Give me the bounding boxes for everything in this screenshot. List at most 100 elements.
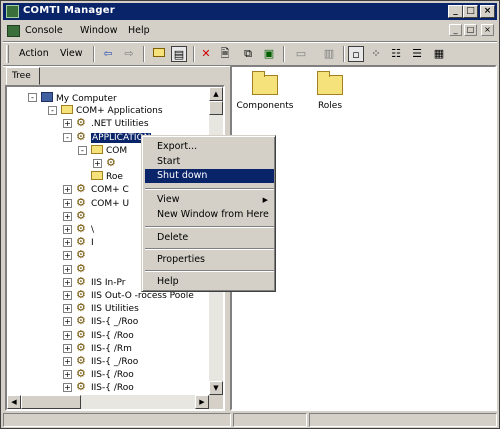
collapse-icon[interactable]: - (28, 93, 37, 102)
console-icon[interactable] (7, 25, 20, 37)
menu-item-export[interactable]: Export... (145, 140, 274, 154)
scroll-up-button[interactable]: ▲ (209, 87, 223, 101)
collapse-icon[interactable]: - (78, 145, 87, 155)
collapse-icon[interactable]: - (48, 106, 57, 116)
tree-node-label: IIS-{ _/Roo (91, 357, 139, 367)
gear-icon: ⚙ (76, 380, 86, 394)
menu-item-shut-down[interactable]: Shut down (145, 169, 274, 183)
tab-tree[interactable]: Tree (6, 67, 40, 85)
expand-icon[interactable]: + (63, 304, 72, 314)
scroll-left-button[interactable]: ◀ (7, 395, 21, 409)
menu-console[interactable]: Console (25, 25, 63, 36)
status-view-icon[interactable]: ▦ (431, 46, 447, 62)
menu-item-view[interactable]: View ▶ (145, 193, 274, 207)
gear-icon: ⚙ (76, 195, 86, 209)
refresh-icon[interactable]: ⧉ (240, 46, 256, 62)
tree-node-label: IIS In-Pr (91, 277, 126, 288)
mdi-restore-button[interactable]: □ (464, 24, 477, 36)
menu-item-delete[interactable]: Delete (145, 231, 274, 245)
action-menu[interactable]: Action (19, 48, 49, 59)
mdi-close-button[interactable]: × (481, 24, 494, 36)
expand-icon[interactable]: + (63, 330, 72, 340)
gear-icon: ⚙ (76, 301, 86, 315)
tree-node-label: IIS-{ /Roo (91, 370, 134, 381)
help-topics-icon[interactable]: ▥ (321, 46, 337, 62)
menu-item-new-window[interactable]: New Window from Here (145, 208, 274, 222)
expand-icon[interactable]: + (63, 198, 72, 208)
tree-node-label: COM+ C (91, 185, 129, 196)
gear-icon: ⚙ (76, 288, 86, 301)
title-bar[interactable]: COMTI Manager _ □ × (3, 3, 497, 20)
back-icon[interactable]: ⇦ (100, 46, 116, 62)
menu-window[interactable]: Window (80, 25, 117, 36)
hscroll-thumb[interactable] (21, 395, 81, 409)
expand-icon[interactable]: + (63, 277, 72, 287)
roles-folder[interactable]: Roles (300, 71, 360, 111)
mdi-minimize-button[interactable]: _ (449, 24, 462, 36)
scroll-down-button[interactable]: ▼ (209, 381, 223, 395)
gear-icon: ⚙ (76, 222, 86, 235)
gear-icon: ⚙ (76, 340, 86, 354)
expand-icon[interactable]: + (63, 291, 72, 300)
menu-separator (145, 188, 274, 190)
expand-icon[interactable]: + (63, 357, 72, 366)
expand-icon[interactable]: + (63, 264, 72, 274)
new-window-icon[interactable]: ▭ (293, 46, 309, 62)
expand-icon[interactable]: + (63, 370, 72, 380)
toolbar-separator (93, 46, 95, 62)
expand-icon[interactable]: + (63, 251, 72, 261)
expand-icon[interactable]: + (63, 383, 72, 393)
gear-icon: ⚙ (76, 208, 86, 222)
export-list-icon[interactable]: ▣ (261, 46, 277, 62)
maximize-button[interactable]: □ (463, 5, 478, 18)
gear-icon: ⚙ (76, 314, 86, 328)
folder-icon (61, 105, 73, 115)
menu-item-properties[interactable]: Properties (145, 253, 274, 267)
expand-icon[interactable]: + (63, 225, 72, 234)
gear-icon: ⚙ (76, 248, 86, 262)
small-icons-view-icon[interactable]: ⁘ (368, 46, 384, 62)
gear-icon: ⚙ (106, 156, 116, 169)
app-icon[interactable] (6, 5, 19, 18)
scroll-corner (209, 395, 223, 409)
detail-view-icon[interactable]: ☰ (409, 46, 425, 62)
close-button[interactable]: × (480, 5, 495, 18)
menu-separator (145, 226, 274, 228)
minimize-button[interactable]: _ (448, 5, 463, 18)
computer-icon (41, 92, 53, 102)
scroll-thumb[interactable] (209, 101, 223, 115)
up-folder-icon[interactable] (151, 46, 167, 62)
status-panel-right (309, 413, 497, 427)
menu-help[interactable]: Help (128, 25, 150, 36)
gear-icon: ⚙ (76, 367, 86, 381)
forward-icon[interactable]: ⇨ (121, 46, 137, 62)
expand-icon[interactable]: + (63, 185, 72, 195)
expand-icon[interactable]: + (63, 119, 72, 129)
list-view-icon[interactable]: ☷ (388, 46, 404, 62)
scroll-right-button[interactable]: ▶ (195, 395, 209, 409)
status-panel-middle (233, 413, 307, 427)
gear-icon: ⚙ (76, 129, 86, 143)
submenu-arrow-icon: ▶ (262, 196, 268, 204)
expand-icon[interactable]: + (63, 343, 72, 353)
delete-icon[interactable]: ✕ (198, 46, 214, 62)
expand-icon[interactable]: + (63, 317, 72, 327)
show-tree-icon[interactable]: ▤ (171, 46, 187, 62)
view-menu[interactable]: View (60, 48, 83, 59)
collapse-icon[interactable]: - (63, 132, 72, 142)
expand-icon[interactable]: + (63, 238, 72, 248)
tree-node-label: \ (91, 225, 95, 235)
tree-node-label: IIS-{ /Roo (91, 330, 134, 341)
tree-node-label: IIS-{ /Roo (91, 383, 134, 394)
expand-icon[interactable]: + (63, 211, 72, 221)
properties-icon[interactable]: 🗎 (217, 46, 233, 62)
menu-item-start[interactable]: Start (145, 155, 274, 169)
menu-item-help[interactable]: Help (145, 275, 274, 289)
status-bar (3, 412, 497, 428)
toolbar-grip[interactable] (6, 45, 9, 63)
large-icons-view-icon[interactable]: ▫ (348, 46, 364, 62)
expand-icon[interactable]: + (93, 159, 102, 168)
toolbar-separator (193, 46, 195, 62)
tree-horizontal-scrollbar[interactable]: ◀ ▶ (7, 395, 209, 409)
components-folder[interactable]: Components (235, 71, 295, 111)
